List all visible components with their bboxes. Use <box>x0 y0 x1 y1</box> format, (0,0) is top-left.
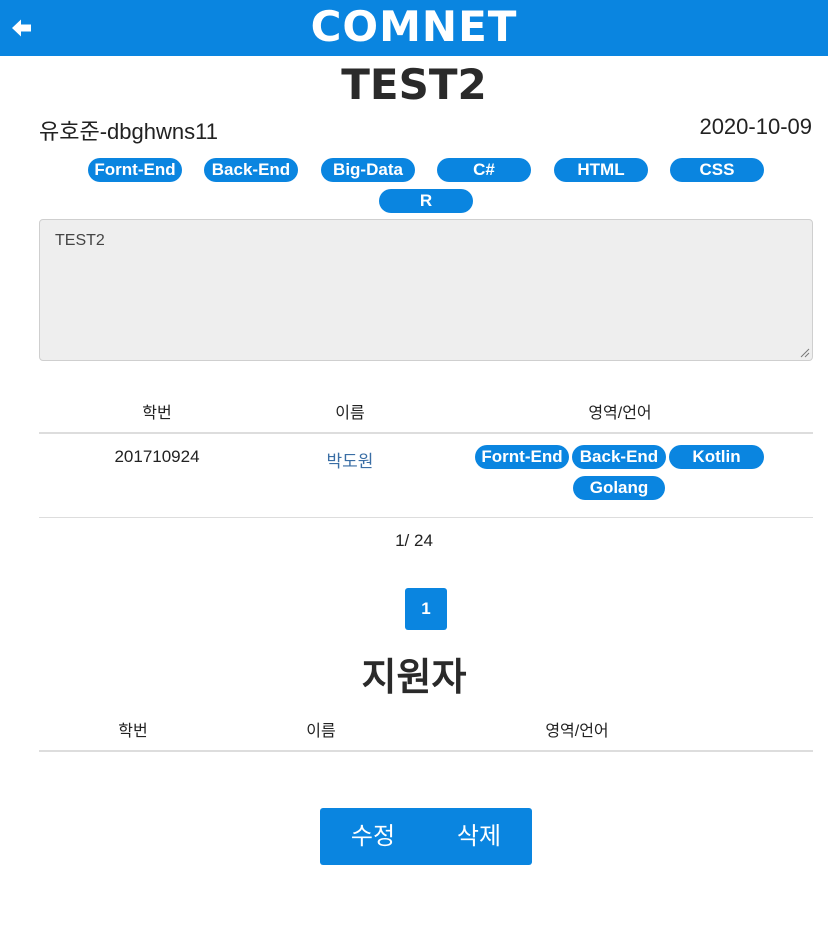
post-tag: Fornt-End <box>88 158 182 182</box>
post-tag: C# <box>437 158 531 182</box>
applicants-header-name: 이름 <box>306 723 336 740</box>
post-tag: Back-End <box>204 158 298 182</box>
row-name-link[interactable]: 박도원 <box>300 447 400 472</box>
applicants-header-student-id: 학번 <box>118 723 148 740</box>
post-author: 유호준-dbghwns11 <box>39 119 218 144</box>
table-header-student-id: 학번 <box>142 405 172 422</box>
post-content-text: TEST2 <box>55 232 105 249</box>
table-header-area: 영역/언어 <box>588 405 652 422</box>
table-divider <box>39 432 813 434</box>
table-header-name: 이름 <box>335 405 365 422</box>
action-button-group: 수정 삭제 <box>320 808 532 865</box>
post-content-box[interactable]: TEST2 <box>39 219 813 361</box>
row-tag: Back-End <box>572 445 666 469</box>
row-tag: Kotlin <box>669 445 764 469</box>
table-divider <box>39 517 813 518</box>
post-tag: R <box>379 189 473 213</box>
post-tag: HTML <box>554 158 648 182</box>
row-student-id: 201710924 <box>114 447 200 466</box>
applicants-header-area: 영역/언어 <box>545 723 609 740</box>
delete-button[interactable]: 삭제 <box>434 808 524 865</box>
edit-button[interactable]: 수정 <box>328 808 418 865</box>
page-count: 1/ 24 <box>395 531 433 550</box>
app-title: COMNET <box>310 2 518 51</box>
resize-grip-icon[interactable] <box>800 348 810 358</box>
post-tag: Big-Data <box>321 158 415 182</box>
applicants-divider <box>39 750 813 752</box>
row-tag: Golang <box>573 476 665 500</box>
post-date: 2020-10-09 <box>699 114 812 139</box>
applicants-title: 지원자 <box>361 655 467 699</box>
post-tag: CSS <box>670 158 764 182</box>
row-tag: Fornt-End <box>475 445 569 469</box>
post-title: TEST2 <box>341 60 487 109</box>
app-header: COMNET <box>0 0 828 56</box>
page-button-1[interactable]: 1 <box>405 588 447 630</box>
